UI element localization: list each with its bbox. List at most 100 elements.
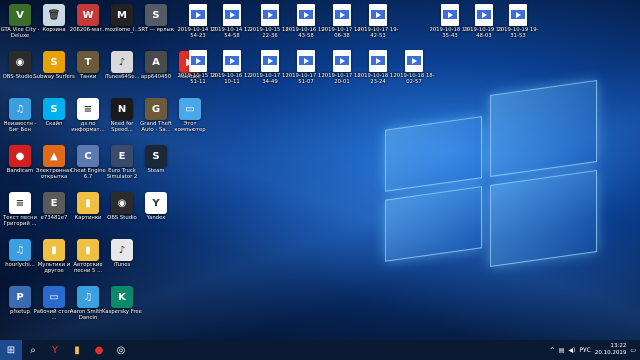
desktop-icon[interactable]: K Kaspersky Free bbox=[102, 286, 142, 315]
volume-icon[interactable]: ◀) bbox=[568, 347, 575, 354]
desktop-icon[interactable]: ▮ Авторские песни 5 ... bbox=[70, 239, 106, 274]
video-file-glyph bbox=[189, 4, 207, 26]
app-icon: E bbox=[111, 145, 133, 167]
app-icon: ▮ bbox=[77, 239, 99, 261]
app-icon: ▭ bbox=[179, 98, 201, 120]
video-file-icon[interactable]: 2019-10-18 12-23-24 bbox=[357, 50, 399, 85]
chevron-up-icon[interactable]: ^ bbox=[550, 347, 555, 354]
app-icon: ▭ bbox=[43, 286, 65, 308]
app-icon: E bbox=[43, 192, 65, 214]
video-file-glyph bbox=[475, 4, 493, 26]
yandex-browser-icon[interactable]: Y bbox=[44, 340, 66, 360]
video-file-icon[interactable]: 2019-10-16 12-10-11 bbox=[211, 50, 253, 85]
app-icon: ♫ bbox=[9, 98, 31, 120]
video-file-glyph bbox=[223, 4, 241, 26]
app-icon: S bbox=[43, 98, 65, 120]
taskbar: ⊞ ⌕ Y ▮ ● ◎ ^ ▤ ◀) РУС 13:22 20.10.2019 … bbox=[0, 340, 640, 360]
app-icon: S bbox=[145, 4, 167, 26]
app-icon: ▮ bbox=[43, 239, 65, 261]
video-file-glyph bbox=[261, 50, 279, 72]
desktop-icon[interactable]: ♫ Aaron Smith - Dancin bbox=[70, 286, 106, 321]
video-file-icon[interactable]: 2019-10-15 18-22-36 bbox=[249, 4, 291, 39]
app-icon: N bbox=[111, 98, 133, 120]
desktop-icon[interactable]: ♪ iTunes bbox=[104, 239, 140, 268]
media-app-icon[interactable]: ◎ bbox=[110, 340, 132, 360]
video-file-glyph bbox=[223, 50, 241, 72]
search-icon[interactable]: ⌕ bbox=[22, 340, 44, 360]
video-file-icon[interactable]: 2019-10-17 17-51-07 bbox=[285, 50, 327, 85]
desktop-icon[interactable]: V GTA Vice City - Deluxe bbox=[1, 4, 39, 39]
video-file-icon[interactable]: 2019-10-17 14-06-38 bbox=[321, 4, 363, 39]
desktop-icon-label: Kaspersky Free bbox=[102, 309, 142, 315]
video-file-glyph bbox=[333, 50, 351, 72]
windows-logo bbox=[385, 79, 597, 280]
desktop-icon[interactable]: ▭ Этот компьютер bbox=[172, 98, 208, 133]
app-icon: ♫ bbox=[9, 239, 31, 261]
video-file-glyph bbox=[261, 4, 279, 26]
desktop-icon[interactable]: S Steam bbox=[138, 145, 174, 174]
camera-app-icon[interactable]: ● bbox=[88, 340, 110, 360]
video-file-glyph bbox=[297, 4, 315, 26]
app-icon: C bbox=[77, 145, 99, 167]
video-file-icon[interactable]: 2019-10-19 19-31-53 bbox=[497, 4, 539, 39]
video-file-glyph bbox=[369, 50, 387, 72]
video-file-icon[interactable]: 2019-10-17 19-42-53 bbox=[357, 4, 399, 39]
app-icon: ▲ bbox=[43, 145, 65, 167]
video-file-glyph bbox=[189, 50, 207, 72]
video-file-label: 2019-10-19 19-31-53 bbox=[497, 27, 539, 39]
video-file-label: 2019-10-17 19-42-53 bbox=[357, 27, 399, 39]
video-file-icon[interactable]: 2019-10-17 18-20-01 bbox=[321, 50, 363, 85]
desktop-icon[interactable]: Y Yandex bbox=[138, 192, 174, 221]
desktop-icon[interactable]: E Euro Truck Simulator 2 bbox=[104, 145, 140, 180]
app-icon: ≡ bbox=[9, 192, 31, 214]
desktop-icon-label: iTunes bbox=[113, 262, 131, 268]
video-file-icon[interactable]: 2019-10-14 12-54-58 bbox=[211, 4, 253, 39]
start-button[interactable]: ⊞ bbox=[0, 340, 22, 360]
video-file-glyph bbox=[441, 4, 459, 26]
app-icon: ≡ bbox=[77, 98, 99, 120]
app-icon: Y bbox=[145, 192, 167, 214]
desktop-icon-label: Yandex bbox=[146, 215, 166, 221]
app-icon: W bbox=[77, 4, 99, 26]
app-icon: S bbox=[145, 145, 167, 167]
video-file-icon[interactable]: 2019-10-18 18-02-57 bbox=[393, 50, 435, 85]
video-file-icon[interactable]: 2019-10-17 17-34-49 bbox=[249, 50, 291, 85]
app-icon: ♫ bbox=[77, 286, 99, 308]
app-icon: M bbox=[111, 4, 133, 26]
desktop-icon[interactable]: ≡ Текст песни Григорий ... bbox=[2, 192, 38, 227]
app-icon: ▮ bbox=[77, 192, 99, 214]
video-file-glyph bbox=[405, 50, 423, 72]
app-icon: G bbox=[145, 98, 167, 120]
app-icon: K bbox=[111, 286, 133, 308]
video-file-icon[interactable]: 2019-10-16 19-43-58 bbox=[285, 4, 327, 39]
clock-time: 13:22 bbox=[610, 343, 627, 349]
clock-date: 20.10.2019 bbox=[594, 350, 627, 356]
clock[interactable]: 13:22 20.10.2019 bbox=[595, 343, 627, 357]
language-indicator[interactable]: РУС bbox=[579, 347, 590, 354]
desktop-icon-label: Steam bbox=[147, 168, 165, 174]
app-icon: T bbox=[77, 51, 99, 73]
video-file-glyph bbox=[369, 4, 387, 26]
app-icon: 🗑 bbox=[43, 4, 65, 26]
app-icon: V bbox=[9, 4, 31, 26]
app-icon: ♪ bbox=[111, 239, 133, 261]
notification-icon[interactable]: ▭ bbox=[630, 347, 636, 354]
system-tray: ^ ▤ ◀) РУС 13:22 20.10.2019 ▭ bbox=[550, 340, 636, 360]
app-icon: P bbox=[9, 286, 31, 308]
app-icon: ● bbox=[9, 145, 31, 167]
video-file-glyph bbox=[333, 4, 351, 26]
desktop-icon-label: Этот компьютер bbox=[174, 121, 206, 133]
desktop-icon-label: SRT — ярлык bbox=[138, 27, 174, 33]
desktop-icon[interactable]: ♫ Неизвестн - Биг Бен bbox=[2, 98, 38, 133]
video-file-label: 2019-10-18 18-02-57 bbox=[393, 73, 435, 85]
desktop-icon[interactable]: S SRT — ярлык bbox=[138, 4, 174, 33]
app-icon: S bbox=[43, 51, 65, 73]
app-icon: A bbox=[145, 51, 167, 73]
network-icon[interactable]: ▤ bbox=[559, 347, 565, 354]
app-icon: ♪ bbox=[111, 51, 133, 73]
file-explorer-icon[interactable]: ▮ bbox=[66, 340, 88, 360]
video-file-glyph bbox=[297, 50, 315, 72]
app-icon: ◉ bbox=[111, 192, 133, 214]
app-icon: ◉ bbox=[9, 51, 31, 73]
video-file-glyph bbox=[509, 4, 527, 26]
